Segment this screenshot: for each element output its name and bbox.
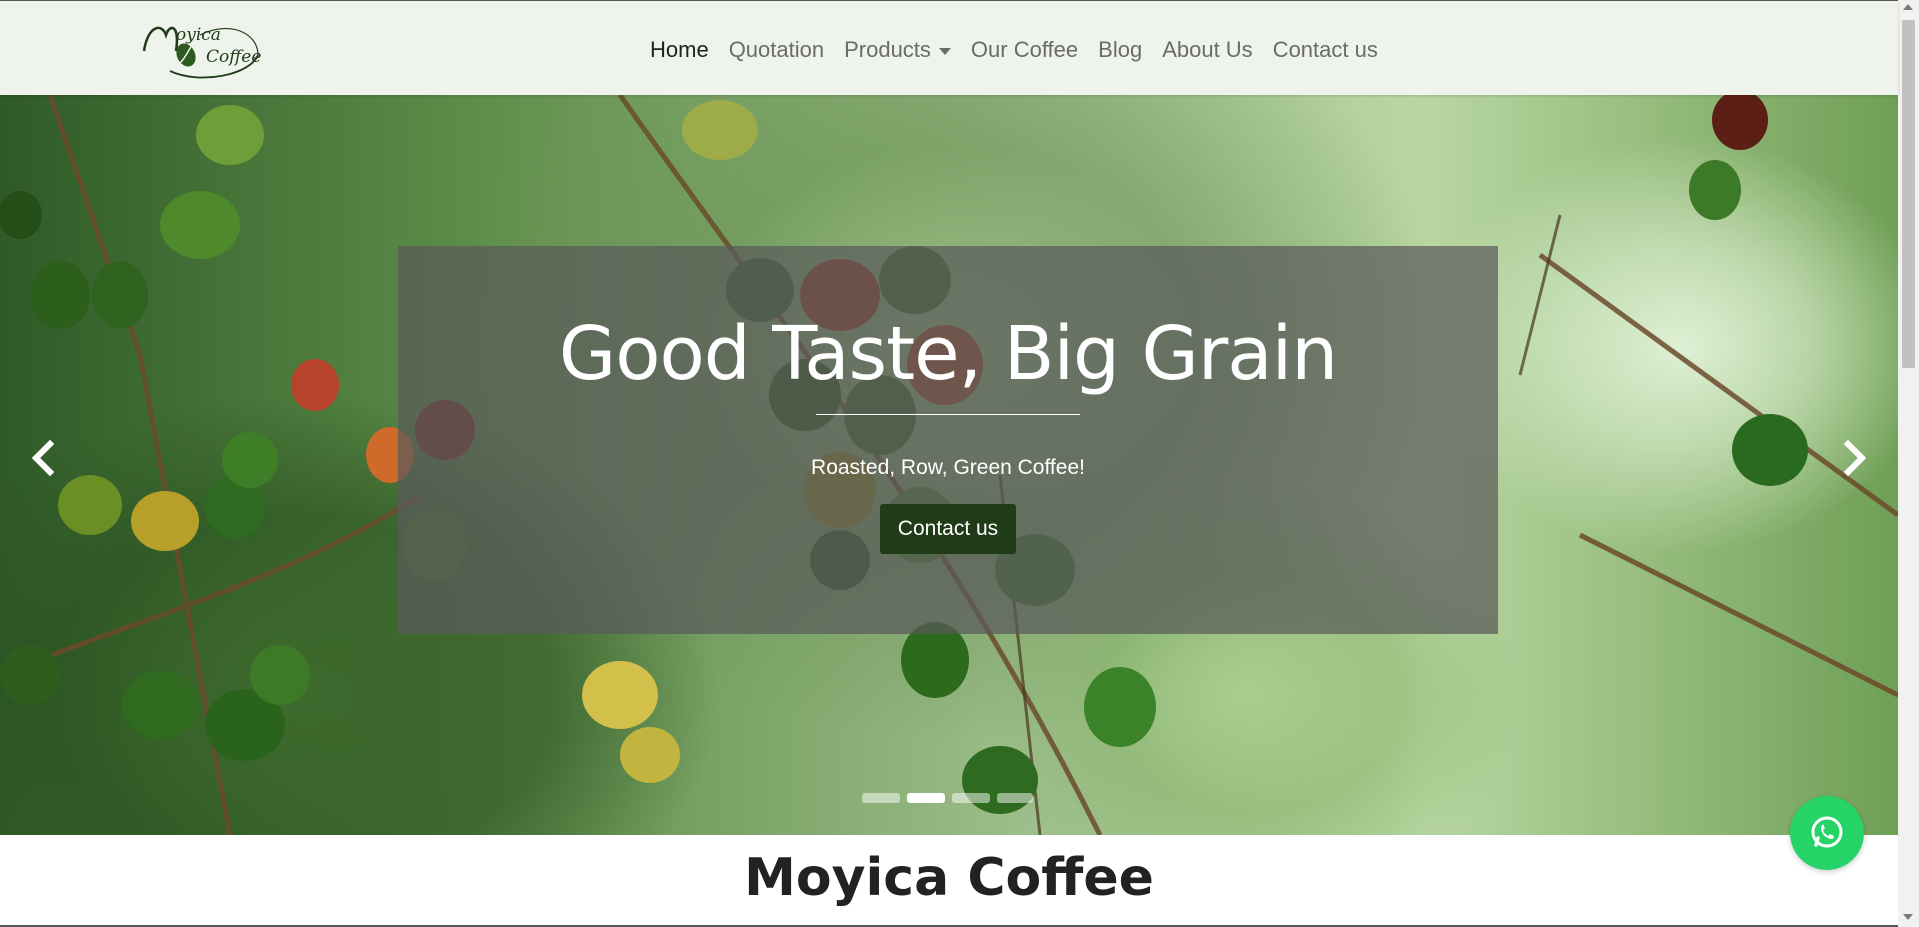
- whatsapp-icon: [1811, 816, 1843, 848]
- scrollbar-thumb[interactable]: [1902, 20, 1915, 368]
- hero-subtitle: Roasted, Row, Green Coffee!: [811, 456, 1085, 479]
- nav-item-about-us[interactable]: About Us: [1152, 36, 1263, 64]
- section-title: Moyica Coffee: [744, 848, 1154, 908]
- scroll-down-arrow-icon[interactable]: [1903, 914, 1913, 920]
- scroll-up-arrow-icon[interactable]: [1903, 4, 1913, 10]
- hero-carousel: Good Taste, Big Grain Roasted, Row, Gree…: [0, 95, 1898, 835]
- hero-caption: Good Taste, Big Grain Roasted, Row, Gree…: [398, 246, 1498, 634]
- carousel-next-button[interactable]: [1834, 438, 1874, 478]
- nav-item-our-coffee[interactable]: Our Coffee: [961, 36, 1088, 64]
- hero-divider: [816, 414, 1080, 415]
- nav-item-products-label: Products: [844, 37, 931, 62]
- brand-logo[interactable]: oyica Coffee: [140, 15, 264, 83]
- nav-item-home[interactable]: Home: [640, 36, 719, 64]
- nav-item-quotation[interactable]: Quotation: [719, 36, 834, 64]
- main-nav: Home Quotation Products Our Coffee Blog …: [640, 36, 1388, 64]
- nav-item-contact-us[interactable]: Contact us: [1263, 36, 1388, 64]
- carousel-prev-button[interactable]: [24, 438, 64, 478]
- carousel-indicator-4[interactable]: [997, 793, 1033, 803]
- carousel-indicator-2[interactable]: [907, 793, 945, 803]
- carousel-indicators: [862, 793, 1033, 803]
- logo-text-line2: Coffee: [206, 47, 262, 67]
- navbar: oyica Coffee Home Quotation Products Our…: [0, 0, 1898, 95]
- hero-contact-button[interactable]: Contact us: [880, 504, 1016, 554]
- nav-item-products[interactable]: Products: [834, 36, 961, 64]
- carousel-indicator-3[interactable]: [952, 793, 990, 803]
- logo-text-line1: oyica: [176, 25, 221, 45]
- hero-title: Good Taste, Big Grain: [558, 311, 1338, 397]
- caret-down-icon: [938, 47, 951, 55]
- chevron-right-icon: [1843, 439, 1867, 477]
- chevron-left-icon: [31, 439, 55, 477]
- carousel-indicator-1[interactable]: [862, 793, 900, 803]
- whatsapp-button[interactable]: [1790, 796, 1864, 870]
- nav-item-blog[interactable]: Blog: [1088, 36, 1152, 64]
- page-scrollbar[interactable]: [1898, 0, 1919, 927]
